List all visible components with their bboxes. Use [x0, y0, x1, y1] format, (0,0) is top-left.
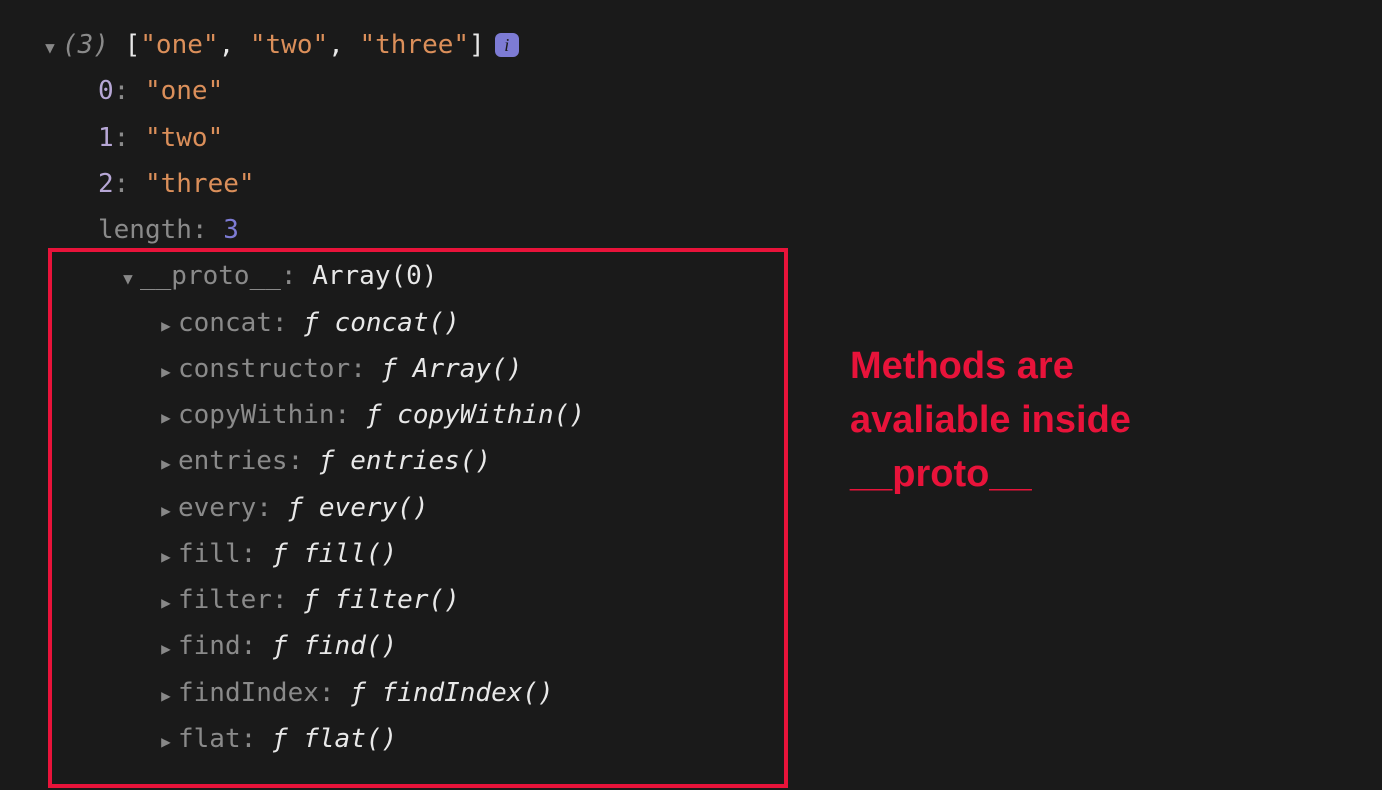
function-glyph: ƒ: [303, 300, 334, 346]
method-key: fill: [178, 531, 241, 577]
proto-method-row[interactable]: filter: ƒ filter(): [38, 577, 1382, 623]
method-fn: fill(): [303, 531, 397, 577]
array-length-row[interactable]: length : 3: [38, 207, 1382, 253]
expand-icon[interactable]: [38, 34, 62, 62]
method-key: constructor: [178, 346, 350, 392]
method-key: findIndex: [178, 670, 319, 716]
method-fn: Array(): [413, 346, 523, 392]
length-key: length: [98, 207, 192, 253]
expand-icon[interactable]: [154, 404, 178, 432]
length-value: 3: [223, 207, 239, 253]
proto-row[interactable]: __proto__ : Array(0): [38, 253, 1382, 299]
method-key: every: [178, 485, 256, 531]
array-preview-item-1: "two": [250, 22, 328, 68]
array-length-summary: (3): [62, 22, 109, 68]
method-fn: find(): [303, 623, 397, 669]
function-glyph: ƒ: [319, 438, 350, 484]
method-key: copyWithin: [178, 392, 335, 438]
proto-method-row[interactable]: every: ƒ every(): [38, 485, 1382, 531]
expand-icon[interactable]: [154, 497, 178, 525]
array-index-row-2[interactable]: 2 : "three": [38, 161, 1382, 207]
proto-value: Array(0): [312, 253, 437, 299]
method-fn: every(): [319, 485, 429, 531]
method-key: concat: [178, 300, 272, 346]
bracket-open: [: [125, 22, 141, 68]
annotation-text: Methods are avaliable inside __proto__: [850, 340, 1131, 502]
proto-method-row[interactable]: flat: ƒ flat(): [38, 716, 1382, 762]
function-glyph: ƒ: [350, 670, 381, 716]
expand-icon[interactable]: [154, 589, 178, 617]
expand-icon[interactable]: [154, 635, 178, 663]
expand-icon[interactable]: [154, 543, 178, 571]
array-index-row-1[interactable]: 1 : "two": [38, 115, 1382, 161]
function-glyph: ƒ: [382, 346, 413, 392]
method-key: filter: [178, 577, 272, 623]
proto-method-row[interactable]: find: ƒ find(): [38, 623, 1382, 669]
array-index-key: 2: [98, 161, 114, 207]
function-glyph: ƒ: [366, 392, 397, 438]
method-key: flat: [178, 716, 241, 762]
array-index-key: 1: [98, 115, 114, 161]
method-key: find: [178, 623, 241, 669]
expand-icon[interactable]: [154, 450, 178, 478]
array-index-value: "three": [145, 161, 255, 207]
array-index-value: "one": [145, 68, 223, 114]
method-fn: entries(): [350, 438, 491, 484]
function-glyph: ƒ: [272, 531, 303, 577]
method-fn: concat(): [335, 300, 460, 346]
array-summary-row[interactable]: (3) [ "one" , "two" , "three" ] i: [38, 22, 1382, 68]
array-index-key: 0: [98, 68, 114, 114]
bracket-close: ]: [469, 22, 485, 68]
array-index-row-0[interactable]: 0 : "one": [38, 68, 1382, 114]
expand-icon[interactable]: [154, 358, 178, 386]
array-preview-item-0: "one": [140, 22, 218, 68]
array-index-value: "two": [145, 115, 223, 161]
proto-method-row[interactable]: constructor: ƒ Array(): [38, 346, 1382, 392]
function-glyph: ƒ: [303, 577, 334, 623]
expand-icon[interactable]: [154, 682, 178, 710]
method-fn: filter(): [335, 577, 460, 623]
function-glyph: ƒ: [272, 716, 303, 762]
function-glyph: ƒ: [288, 485, 319, 531]
method-fn: flat(): [303, 716, 397, 762]
proto-method-row[interactable]: concat: ƒ concat(): [38, 300, 1382, 346]
array-preview-item-2: "three": [359, 22, 469, 68]
method-fn: copyWithin(): [397, 392, 585, 438]
proto-method-row[interactable]: fill: ƒ fill(): [38, 531, 1382, 577]
proto-method-row[interactable]: copyWithin: ƒ copyWithin(): [38, 392, 1382, 438]
proto-key: __proto__: [140, 253, 281, 299]
proto-method-row[interactable]: findIndex: ƒ findIndex(): [38, 670, 1382, 716]
expand-icon[interactable]: [116, 265, 140, 293]
expand-icon[interactable]: [154, 312, 178, 340]
proto-method-row[interactable]: entries: ƒ entries(): [38, 438, 1382, 484]
info-icon[interactable]: i: [495, 33, 519, 57]
function-glyph: ƒ: [272, 623, 303, 669]
method-key: entries: [178, 438, 288, 484]
method-fn: findIndex(): [382, 670, 554, 716]
expand-icon[interactable]: [154, 728, 178, 756]
